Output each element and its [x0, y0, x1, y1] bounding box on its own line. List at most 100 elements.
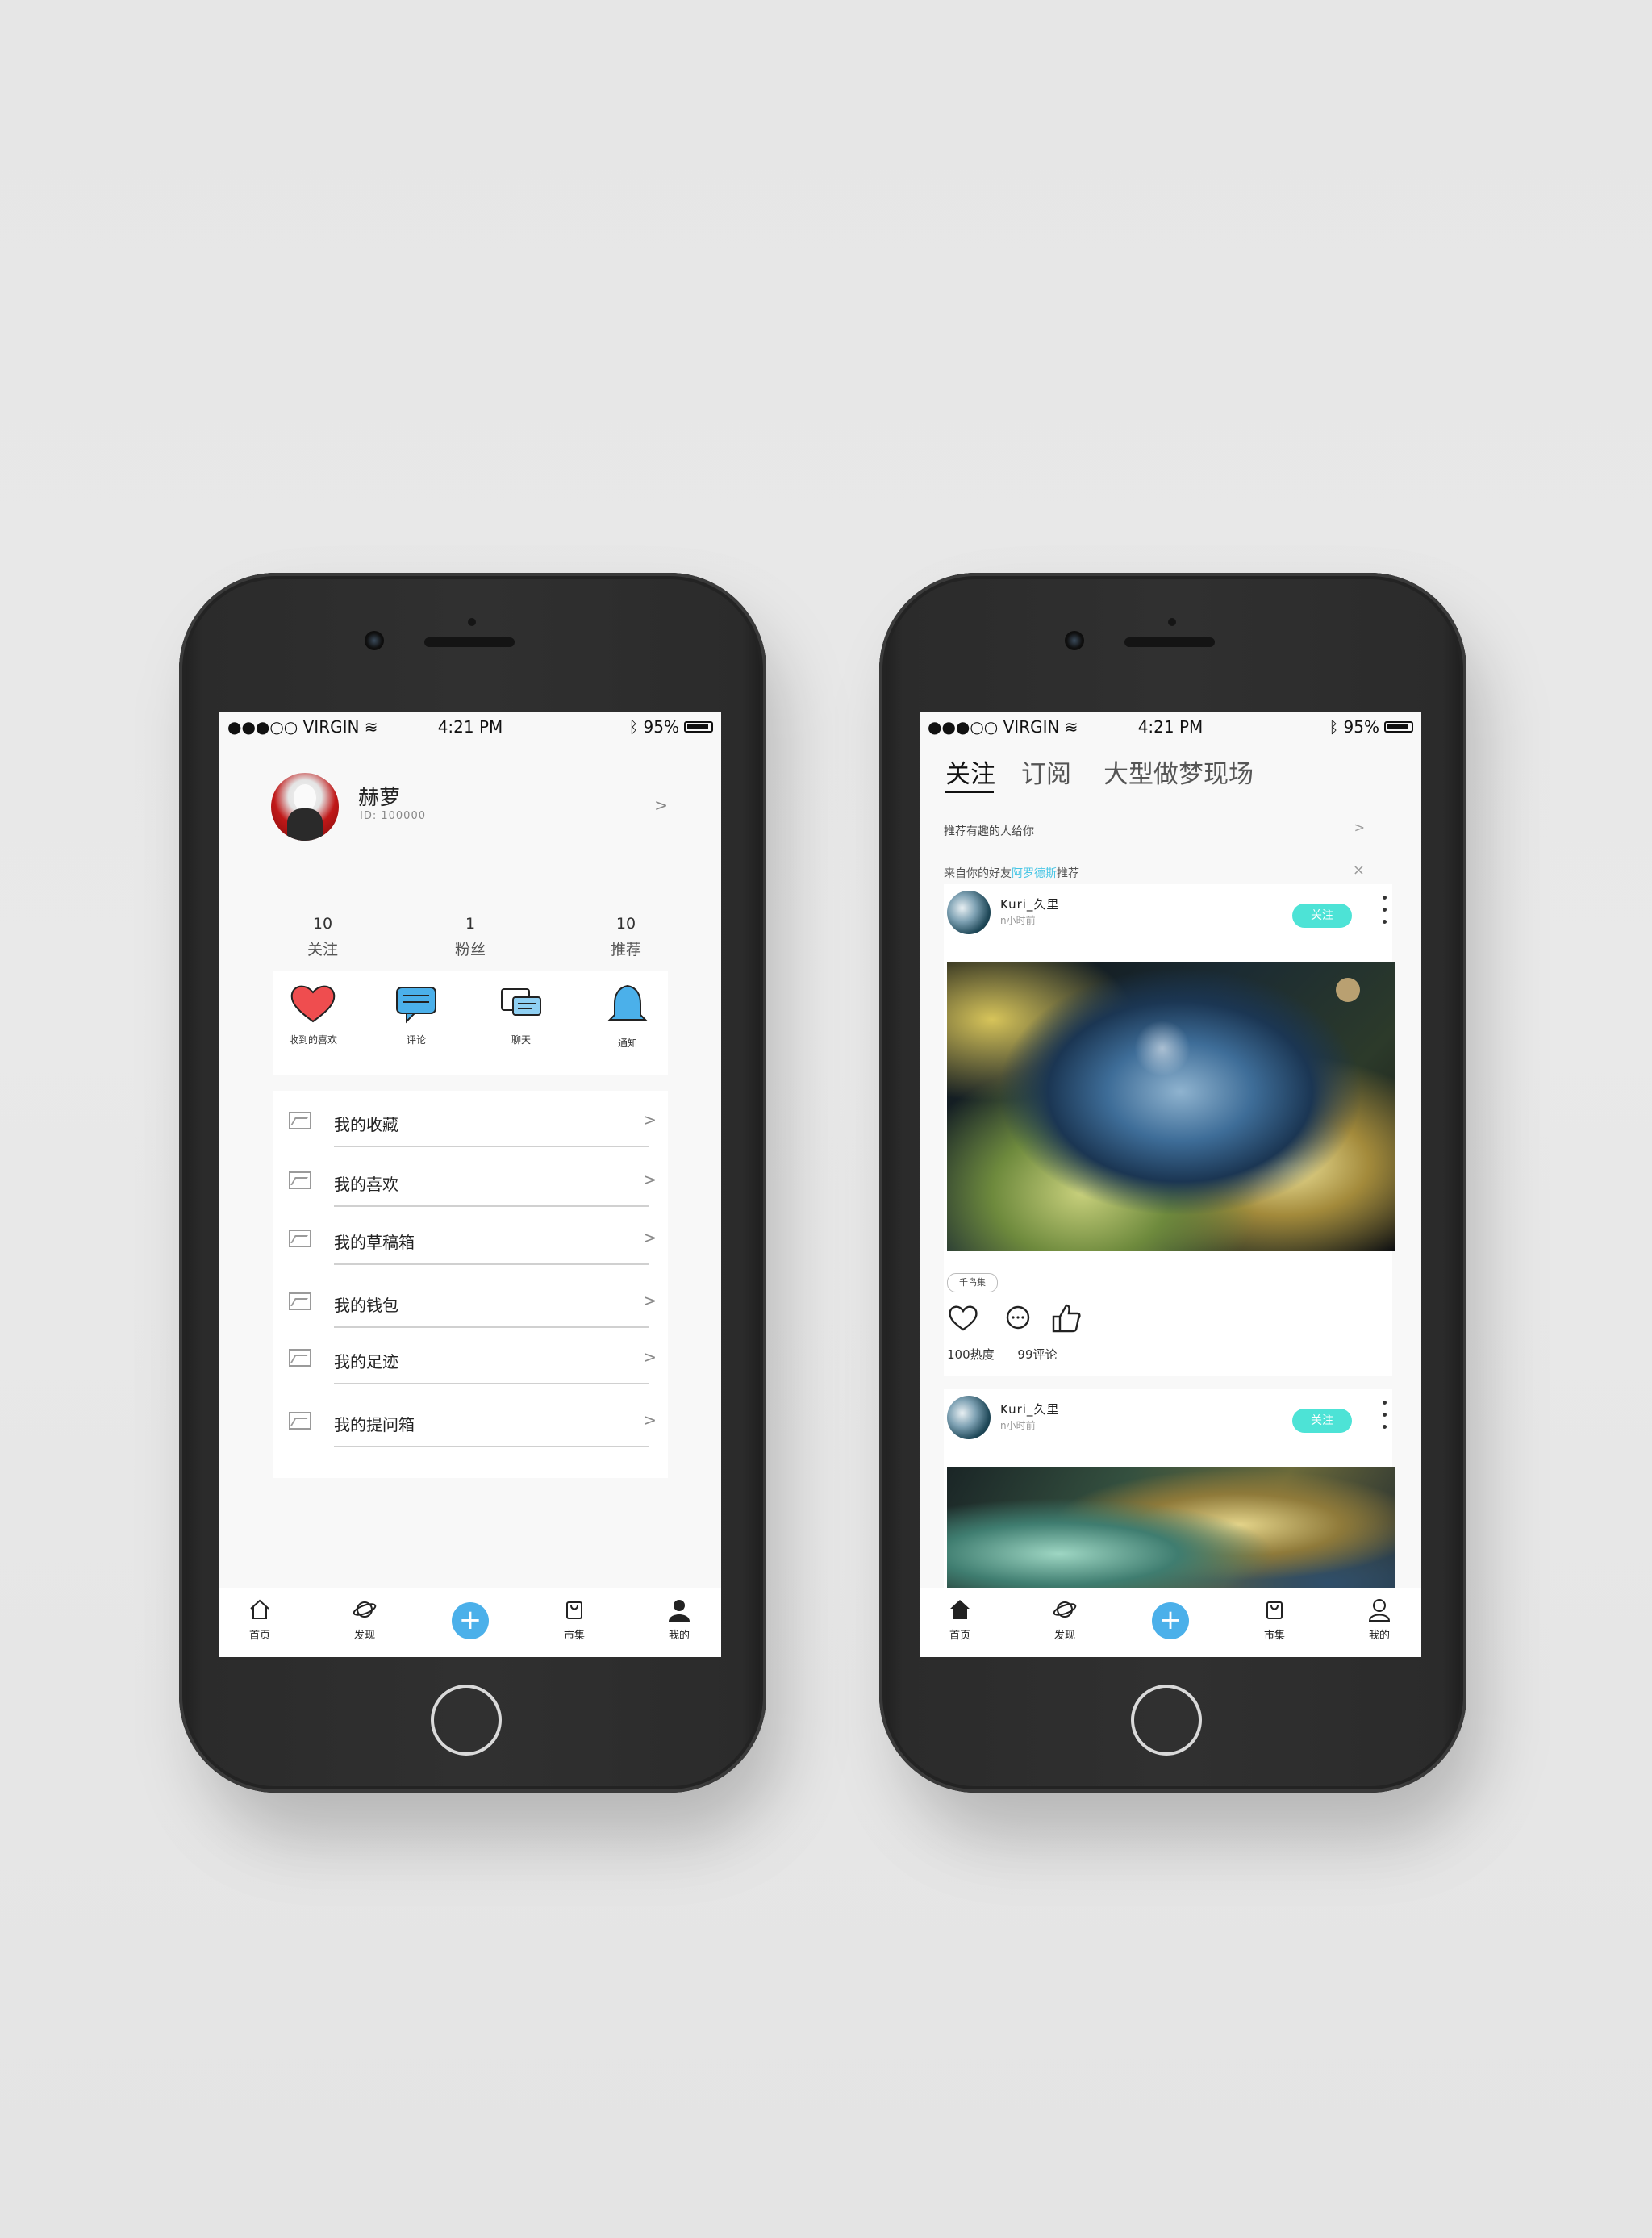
- menu-label: 我的钱包: [334, 1296, 398, 1315]
- quick-label: 聊天: [511, 1034, 531, 1046]
- user-avatar[interactable]: [947, 891, 991, 934]
- close-icon[interactable]: ×: [1353, 862, 1365, 879]
- tab-label: 首页: [248, 1630, 270, 1642]
- shopping-bag-icon: [566, 1601, 582, 1619]
- user-avatar[interactable]: [947, 1396, 991, 1439]
- tab-bar: 首页 发现 + 市集 我的: [219, 1588, 721, 1657]
- tab-discover[interactable]: 发现: [1032, 1597, 1097, 1642]
- menu-item-wallet[interactable]: 我的钱包 >: [273, 1283, 668, 1328]
- friend-link[interactable]: 阿罗德斯: [1012, 867, 1057, 880]
- menu-item-footprints[interactable]: 我的足迹 >: [273, 1339, 668, 1384]
- tab-market[interactable]: 市集: [542, 1597, 607, 1642]
- more-options-icon[interactable]: [1383, 1401, 1387, 1437]
- stat-fans[interactable]: 1 粉丝: [422, 915, 519, 959]
- home-button[interactable]: [1131, 1685, 1202, 1756]
- post-tag[interactable]: 千鸟集: [947, 1273, 998, 1292]
- proximity-sensor: [1168, 618, 1176, 626]
- chevron-right-icon: >: [643, 1347, 657, 1367]
- tab-label: 发现: [353, 1630, 375, 1642]
- tab-label: 发现: [1053, 1630, 1075, 1642]
- status-bar: ●●●○○ VIRGIN ≋ 4:21 PM ᛒ 95%: [920, 712, 1421, 741]
- chevron-right-icon: >: [643, 1291, 657, 1310]
- battery-percent: 95%: [1343, 717, 1379, 737]
- battery-indicator: ᛒ 95%: [1329, 717, 1413, 737]
- friend-recommendation: 来自你的好友阿罗德斯推荐: [944, 867, 1079, 880]
- tab-label: 首页: [949, 1630, 970, 1642]
- stat-following[interactable]: 10 关注: [274, 915, 371, 959]
- tab-me[interactable]: 我的: [647, 1597, 711, 1642]
- tab-home[interactable]: 首页: [928, 1597, 992, 1642]
- post-time: n小时前: [1000, 1420, 1036, 1431]
- heart-outline-icon[interactable]: [947, 1302, 979, 1334]
- stat-recommend[interactable]: 10 推荐: [578, 915, 674, 959]
- post-username[interactable]: Kuri_久里: [1000, 1401, 1059, 1418]
- tab-subscriptions[interactable]: 订阅: [1021, 754, 1071, 790]
- tab-me[interactable]: 我的: [1347, 1597, 1412, 1642]
- follow-button[interactable]: 关注: [1292, 1409, 1352, 1433]
- chevron-right-icon[interactable]: >: [1354, 820, 1365, 835]
- bluetooth-icon: ᛒ: [1329, 717, 1339, 737]
- quick-likes[interactable]: 收到的喜欢: [273, 983, 353, 1046]
- planet-icon: [353, 1601, 377, 1618]
- quick-label: 收到的喜欢: [288, 1034, 337, 1046]
- more-options-icon[interactable]: [1383, 896, 1387, 932]
- quick-label: 通知: [617, 1038, 637, 1049]
- menu-item-favorites[interactable]: 我的收藏 >: [273, 1102, 668, 1147]
- menu-label: 我的提问箱: [334, 1415, 415, 1434]
- feed-screen: ●●●○○ VIRGIN ≋ 4:21 PM ᛒ 95% 关注 订阅 大型做梦现…: [920, 712, 1421, 1657]
- tab-discover[interactable]: 发现: [332, 1597, 397, 1642]
- post-stats: 100热度 99评论: [947, 1346, 1077, 1363]
- earpiece-speaker: [1124, 637, 1215, 647]
- front-camera: [1065, 631, 1084, 650]
- profile-screen: ●●●○○ VIRGIN ≋ 4:21 PM ᛒ 95% 赫萝 ID: 1000…: [219, 712, 721, 1657]
- stat-number: 10: [615, 915, 636, 933]
- post-username[interactable]: Kuri_久里: [1000, 896, 1059, 912]
- planet-icon: [1053, 1601, 1077, 1618]
- front-camera: [365, 631, 384, 650]
- post-artwork[interactable]: [947, 962, 1395, 1251]
- stat-number: 10: [312, 915, 333, 933]
- quick-comments[interactable]: 评论: [376, 983, 457, 1046]
- status-bar: ●●●○○ VIRGIN ≋ 4:21 PM ᛒ 95%: [219, 712, 721, 741]
- home-icon: [950, 1600, 970, 1619]
- avatar[interactable]: [271, 773, 339, 841]
- battery-icon: [684, 721, 713, 733]
- tab-home[interactable]: 首页: [227, 1597, 292, 1642]
- home-icon: [250, 1599, 269, 1619]
- quick-actions: 收到的喜欢 评论 聊天 通知: [273, 971, 668, 1075]
- menu-item-questions[interactable]: 我的提问箱 >: [273, 1402, 668, 1447]
- image-icon: [289, 1292, 311, 1310]
- recommend-header[interactable]: 推荐有趣的人给你: [944, 823, 1034, 839]
- follow-button[interactable]: 关注: [1292, 904, 1352, 928]
- image-icon: [289, 1349, 311, 1367]
- proximity-sensor: [468, 618, 476, 626]
- quick-label: 评论: [406, 1034, 426, 1046]
- stat-number: 1: [465, 915, 476, 933]
- tab-dream-scene[interactable]: 大型做梦现场: [1103, 754, 1254, 790]
- quick-chat[interactable]: 聊天: [481, 983, 561, 1046]
- tab-label: 市集: [563, 1630, 585, 1642]
- image-icon: [289, 1171, 311, 1189]
- chevron-right-icon: >: [643, 1410, 657, 1430]
- battery-percent: 95%: [643, 717, 679, 737]
- home-button[interactable]: [431, 1685, 502, 1756]
- chevron-right-icon[interactable]: >: [654, 795, 668, 815]
- thumbs-up-icon[interactable]: [1050, 1302, 1083, 1334]
- quick-notify[interactable]: 通知: [587, 983, 668, 1050]
- menu-item-likes[interactable]: 我的喜欢 >: [273, 1162, 668, 1207]
- menu-item-drafts[interactable]: 我的草稿箱 >: [273, 1220, 668, 1265]
- tab-label: 市集: [1263, 1630, 1285, 1642]
- bluetooth-icon: ᛒ: [628, 717, 639, 737]
- menu-label: 我的足迹: [334, 1352, 398, 1372]
- plus-button[interactable]: +: [452, 1602, 489, 1639]
- plus-button[interactable]: +: [1152, 1602, 1189, 1639]
- chat-icon: [501, 988, 541, 1016]
- tab-market[interactable]: 市集: [1242, 1597, 1307, 1642]
- menu-label: 我的收藏: [334, 1115, 398, 1134]
- user-outline-icon: [1368, 1599, 1391, 1622]
- image-icon: [289, 1412, 311, 1430]
- menu-list: 我的收藏 > 我的喜欢 > 我的草稿箱 > 我的钱包 > 我的足迹 > 我的提问…: [273, 1091, 668, 1478]
- comment-bubble-icon[interactable]: [1003, 1304, 1032, 1333]
- tab-following[interactable]: 关注: [945, 754, 995, 790]
- comment-count: 99评论: [1017, 1347, 1058, 1362]
